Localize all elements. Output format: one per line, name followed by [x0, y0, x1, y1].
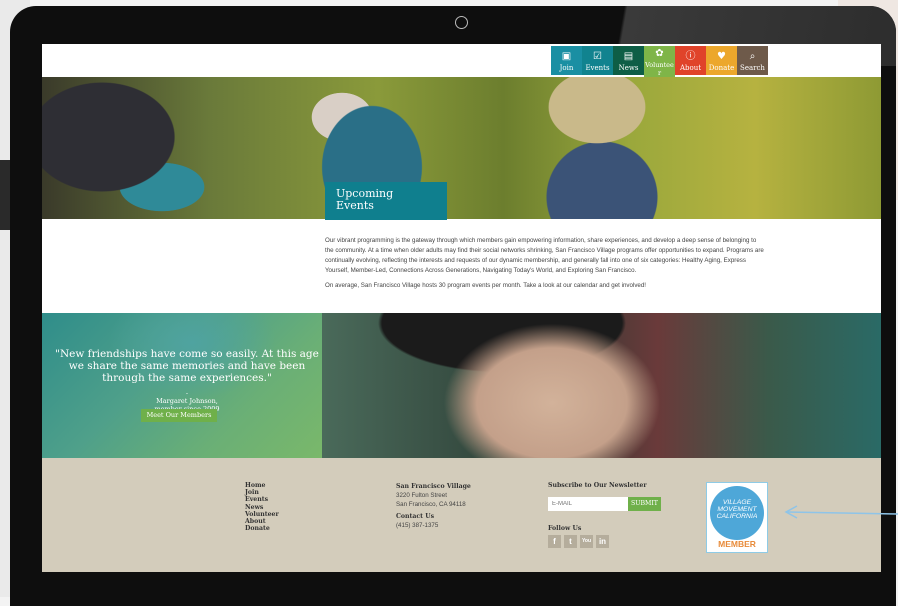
footer-link-home[interactable]: Home [245, 482, 279, 489]
nav-label: Join [559, 64, 574, 72]
nav-label: Donate [708, 64, 735, 72]
nav-label: News [618, 64, 639, 72]
intro-text: Our vibrant programming is the gateway t… [325, 236, 765, 296]
contact-heading: Contact Us [396, 513, 435, 520]
member-photo [322, 313, 881, 458]
footer-link-events[interactable]: Events [245, 496, 279, 503]
nav-search[interactable]: ⌕ Search [737, 46, 768, 75]
id-card-icon: ▣ [561, 51, 572, 62]
gift-icon: ♥ [717, 51, 726, 62]
follow-heading: Follow Us [548, 525, 582, 532]
twitter-icon[interactable]: t [564, 535, 577, 548]
site-footer: Home Join Events News Volunteer About Do… [42, 458, 881, 572]
hero-image [42, 77, 881, 219]
nav-label: About [679, 64, 702, 72]
phone-number[interactable]: (415) 387-1375 [396, 521, 471, 530]
testimonial-band: "New friendships have come so easily. At… [42, 313, 881, 458]
testimonial-quote: "New friendships have come so easily. At… [55, 348, 319, 384]
address-line1: 3220 Fulton Street [396, 492, 447, 499]
camera-icon [455, 16, 468, 29]
nav-volunteer[interactable]: ✿ Volunteer [644, 46, 675, 80]
hands-icon: ✿ [655, 48, 664, 59]
search-icon: ⌕ [749, 51, 756, 62]
youtube-icon[interactable]: You [580, 535, 593, 548]
calendar-icon: ☑ [593, 51, 602, 62]
website-screen: ▣ Join ☑ Events ▤ News ✿ Volunteer ⓘ Abo… [42, 44, 881, 572]
footer-link-volunteer[interactable]: Volunteer [245, 511, 279, 518]
nav-label: Search [740, 64, 765, 72]
badge-member-label: MEMBER [718, 539, 756, 549]
address-line2: San Francisco, CA 94118 [396, 501, 466, 508]
footer-link-about[interactable]: About [245, 518, 279, 525]
facebook-icon[interactable]: f [548, 535, 561, 548]
org-name: San Francisco Village [396, 483, 471, 490]
attribution-name: Margaret Johnson, [156, 397, 218, 405]
nav-label: Events [585, 64, 610, 72]
village-movement-badge[interactable]: VILLAGE MOVEMENT CALIFORNIA MEMBER [706, 482, 768, 553]
footer-newsletter: Subscribe to Our Newsletter SUBMIT Follo… [548, 482, 661, 548]
meet-members-button[interactable]: Meet Our Members [141, 409, 217, 422]
footer-nav: Home Join Events News Volunteer About Do… [245, 482, 279, 532]
email-field[interactable] [548, 497, 628, 511]
social-links: f t You in [548, 535, 661, 548]
footer-contact: San Francisco Village 3220 Fulton Street… [396, 482, 471, 530]
nav-news[interactable]: ▤ News [613, 46, 644, 75]
footer-link-news[interactable]: News [245, 504, 279, 511]
page-title: Upcoming Events [325, 182, 447, 220]
annotation-arrow [784, 505, 898, 519]
intro-paragraph: Our vibrant programming is the gateway t… [325, 237, 764, 274]
attribution-dash: - [185, 389, 189, 397]
linkedin-icon[interactable]: in [596, 535, 609, 548]
nav-about[interactable]: ⓘ About [675, 46, 706, 75]
nav-events[interactable]: ☑ Events [582, 46, 613, 75]
info-icon: ⓘ [685, 51, 696, 62]
newsletter-heading: Subscribe to Our Newsletter [548, 482, 647, 489]
nav-donate[interactable]: ♥ Donate [706, 46, 737, 75]
intro-paragraph: On average, San Francisco Village hosts … [325, 282, 647, 289]
badge-logo: VILLAGE MOVEMENT CALIFORNIA [710, 486, 764, 540]
footer-link-donate[interactable]: Donate [245, 525, 279, 532]
page-title-line2: Events [336, 199, 374, 212]
testimonial-background [42, 313, 322, 458]
footer-link-join[interactable]: Join [245, 489, 279, 496]
newsletter-form: SUBMIT [548, 497, 661, 511]
nav-join[interactable]: ▣ Join [551, 46, 582, 75]
submit-button[interactable]: SUBMIT [628, 497, 661, 511]
main-nav: ▣ Join ☑ Events ▤ News ✿ Volunteer ⓘ Abo… [551, 46, 768, 80]
nav-label: Volunteer [645, 61, 674, 77]
newspaper-icon: ▤ [623, 51, 634, 62]
